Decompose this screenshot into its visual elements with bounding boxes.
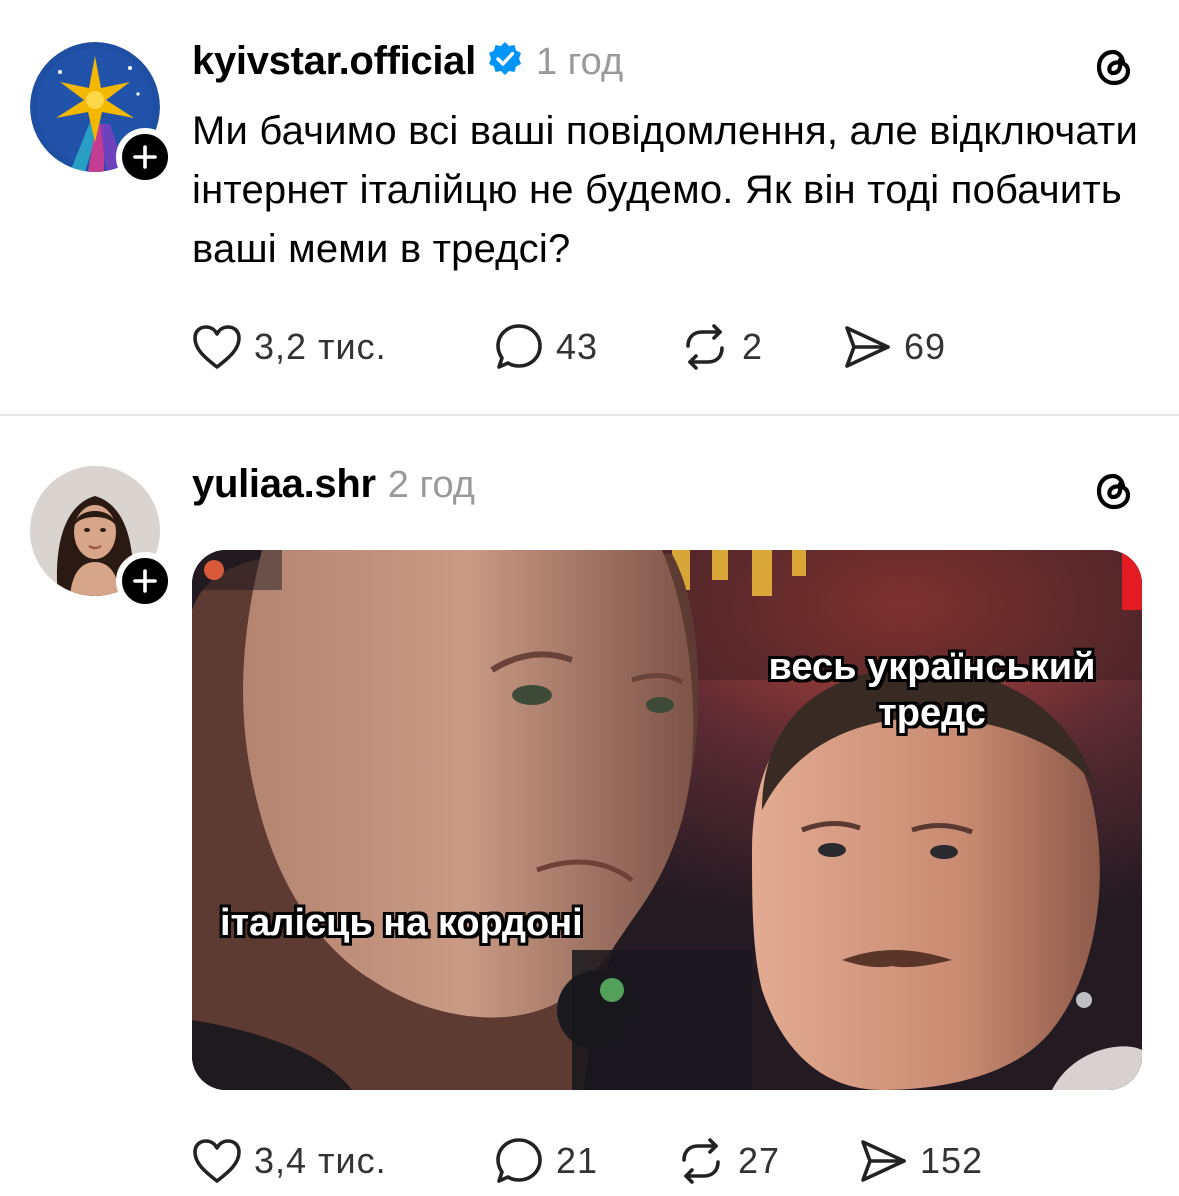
reply-button[interactable]: 43 [494, 322, 598, 372]
threads-icon[interactable] [1089, 42, 1139, 92]
share-icon [842, 322, 892, 372]
post-header: kyivstar.official 1 год [192, 36, 623, 84]
plus-icon [133, 145, 157, 169]
share-button[interactable]: 152 [858, 1136, 983, 1186]
repost-button[interactable]: 2 [680, 322, 763, 372]
meme-caption-right-line2: тредс [878, 692, 986, 734]
post-yuliaa: yuliaa.shr 2 год весь український тредс … [0, 416, 1179, 1196]
share-count: 152 [920, 1140, 984, 1181]
plus-icon [133, 569, 157, 593]
meme-image [192, 550, 1142, 1090]
repost-button[interactable]: 27 [676, 1136, 780, 1186]
username[interactable]: kyivstar.official [192, 39, 476, 84]
threads-icon[interactable] [1089, 466, 1139, 516]
follow-button[interactable] [116, 552, 174, 610]
meme-caption-left: італієць на кордоні [220, 902, 583, 944]
post-time: 1 год [535, 41, 624, 83]
share-icon [858, 1136, 908, 1186]
repost-icon [680, 322, 730, 372]
post-time: 2 год [387, 464, 475, 506]
like-button[interactable]: 3,2 тис. [192, 322, 387, 372]
post-header: yuliaa.shr 2 год [192, 462, 475, 507]
reply-icon [494, 1136, 544, 1186]
username[interactable]: yuliaa.shr [192, 462, 376, 507]
repost-count: 27 [738, 1140, 781, 1181]
follow-button[interactable] [116, 128, 174, 186]
avatar-yuliaa[interactable] [30, 466, 174, 610]
post-text: Ми бачимо всі ваші повідомлення, але від… [192, 109, 1139, 271]
post-actions: 3,4 тис. 21 27 152 [192, 1136, 1092, 1186]
post-image[interactable]: весь український тредс італієць на кордо… [192, 550, 1142, 1090]
like-button[interactable]: 3,4 тис. [192, 1136, 387, 1186]
like-count: 3,2 тис. [254, 326, 387, 367]
verified-icon [486, 40, 524, 83]
reply-count: 21 [556, 1140, 599, 1181]
reply-icon [494, 322, 544, 372]
share-button[interactable]: 69 [842, 322, 946, 372]
post-actions: 3,2 тис. 43 2 69 [192, 322, 1092, 372]
meme-caption-right-line1: весь український [768, 646, 1096, 688]
meme-caption-right: весь український тредс [752, 644, 1112, 736]
share-count: 69 [904, 326, 947, 367]
like-count: 3,4 тис. [254, 1140, 387, 1181]
repost-count: 2 [742, 326, 764, 367]
avatar-kyivstar[interactable] [30, 42, 174, 186]
repost-icon [676, 1136, 726, 1186]
reply-count: 43 [556, 326, 599, 367]
heart-icon [192, 1136, 242, 1186]
reply-button[interactable]: 21 [494, 1136, 598, 1186]
heart-icon [192, 322, 242, 372]
post-kyivstar: kyivstar.official 1 год Ми бачимо всі ва… [0, 0, 1179, 415]
